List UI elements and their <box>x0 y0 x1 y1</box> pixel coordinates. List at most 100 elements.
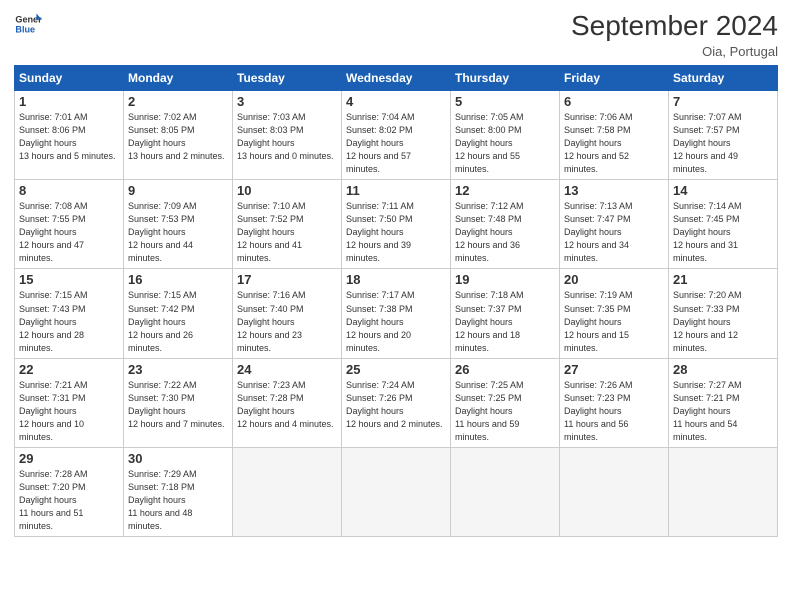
day-number: 12 <box>455 183 555 198</box>
table-row: 14 Sunrise: 7:14 AMSunset: 7:45 PMDaylig… <box>669 180 778 269</box>
day-number: 26 <box>455 362 555 377</box>
day-number: 6 <box>564 94 664 109</box>
table-row: 11 Sunrise: 7:11 AMSunset: 7:50 PMDaylig… <box>342 180 451 269</box>
table-row: 24 Sunrise: 7:23 AMSunset: 7:28 PMDaylig… <box>233 358 342 447</box>
header: General Blue September 2024 Oia, Portuga… <box>14 10 778 59</box>
table-row: 23 Sunrise: 7:22 AMSunset: 7:30 PMDaylig… <box>124 358 233 447</box>
day-info: Sunrise: 7:16 AMSunset: 7:40 PMDaylight … <box>237 289 337 354</box>
calendar-week-row: 8 Sunrise: 7:08 AMSunset: 7:55 PMDayligh… <box>15 180 778 269</box>
day-info: Sunrise: 7:12 AMSunset: 7:48 PMDaylight … <box>455 200 555 265</box>
day-info: Sunrise: 7:27 AMSunset: 7:21 PMDaylight … <box>673 379 773 444</box>
day-number: 11 <box>346 183 446 198</box>
col-saturday: Saturday <box>669 66 778 91</box>
day-number: 5 <box>455 94 555 109</box>
day-number: 14 <box>673 183 773 198</box>
location: Oia, Portugal <box>571 44 778 59</box>
table-row: 17 Sunrise: 7:16 AMSunset: 7:40 PMDaylig… <box>233 269 342 358</box>
day-number: 13 <box>564 183 664 198</box>
table-row: 26 Sunrise: 7:25 AMSunset: 7:25 PMDaylig… <box>451 358 560 447</box>
day-info: Sunrise: 7:02 AMSunset: 8:05 PMDaylight … <box>128 111 228 163</box>
table-row: 13 Sunrise: 7:13 AMSunset: 7:47 PMDaylig… <box>560 180 669 269</box>
day-info: Sunrise: 7:28 AMSunset: 7:20 PMDaylight … <box>19 468 119 533</box>
day-info: Sunrise: 7:22 AMSunset: 7:30 PMDaylight … <box>128 379 228 431</box>
day-info: Sunrise: 7:15 AMSunset: 7:43 PMDaylight … <box>19 289 119 354</box>
day-info: Sunrise: 7:08 AMSunset: 7:55 PMDaylight … <box>19 200 119 265</box>
day-info: Sunrise: 7:29 AMSunset: 7:18 PMDaylight … <box>128 468 228 533</box>
title-area: September 2024 Oia, Portugal <box>571 10 778 59</box>
table-row: 12 Sunrise: 7:12 AMSunset: 7:48 PMDaylig… <box>451 180 560 269</box>
table-row: 15 Sunrise: 7:15 AMSunset: 7:43 PMDaylig… <box>15 269 124 358</box>
table-row: 27 Sunrise: 7:26 AMSunset: 7:23 PMDaylig… <box>560 358 669 447</box>
day-number: 8 <box>19 183 119 198</box>
col-tuesday: Tuesday <box>233 66 342 91</box>
table-row: 21 Sunrise: 7:20 AMSunset: 7:33 PMDaylig… <box>669 269 778 358</box>
logo: General Blue <box>14 10 42 38</box>
day-number: 22 <box>19 362 119 377</box>
table-row: 4 Sunrise: 7:04 AMSunset: 8:02 PMDayligh… <box>342 91 451 180</box>
day-number: 27 <box>564 362 664 377</box>
day-info: Sunrise: 7:06 AMSunset: 7:58 PMDaylight … <box>564 111 664 176</box>
day-info: Sunrise: 7:20 AMSunset: 7:33 PMDaylight … <box>673 289 773 354</box>
day-number: 4 <box>346 94 446 109</box>
day-info: Sunrise: 7:10 AMSunset: 7:52 PMDaylight … <box>237 200 337 265</box>
day-number: 3 <box>237 94 337 109</box>
table-row: 25 Sunrise: 7:24 AMSunset: 7:26 PMDaylig… <box>342 358 451 447</box>
table-row: 29 Sunrise: 7:28 AMSunset: 7:20 PMDaylig… <box>15 447 124 536</box>
page: General Blue September 2024 Oia, Portuga… <box>0 0 792 612</box>
table-row: 2 Sunrise: 7:02 AMSunset: 8:05 PMDayligh… <box>124 91 233 180</box>
table-row <box>669 447 778 536</box>
day-number: 29 <box>19 451 119 466</box>
month-title: September 2024 <box>571 10 778 42</box>
day-info: Sunrise: 7:07 AMSunset: 7:57 PMDaylight … <box>673 111 773 176</box>
day-info: Sunrise: 7:19 AMSunset: 7:35 PMDaylight … <box>564 289 664 354</box>
table-row: 28 Sunrise: 7:27 AMSunset: 7:21 PMDaylig… <box>669 358 778 447</box>
day-number: 16 <box>128 272 228 287</box>
day-number: 18 <box>346 272 446 287</box>
table-row: 10 Sunrise: 7:10 AMSunset: 7:52 PMDaylig… <box>233 180 342 269</box>
day-info: Sunrise: 7:21 AMSunset: 7:31 PMDaylight … <box>19 379 119 444</box>
day-number: 28 <box>673 362 773 377</box>
day-number: 9 <box>128 183 228 198</box>
table-row: 8 Sunrise: 7:08 AMSunset: 7:55 PMDayligh… <box>15 180 124 269</box>
table-row: 7 Sunrise: 7:07 AMSunset: 7:57 PMDayligh… <box>669 91 778 180</box>
calendar-week-row: 1 Sunrise: 7:01 AMSunset: 8:06 PMDayligh… <box>15 91 778 180</box>
day-info: Sunrise: 7:17 AMSunset: 7:38 PMDaylight … <box>346 289 446 354</box>
col-sunday: Sunday <box>15 66 124 91</box>
col-monday: Monday <box>124 66 233 91</box>
table-row <box>451 447 560 536</box>
day-number: 19 <box>455 272 555 287</box>
table-row: 18 Sunrise: 7:17 AMSunset: 7:38 PMDaylig… <box>342 269 451 358</box>
table-row: 5 Sunrise: 7:05 AMSunset: 8:00 PMDayligh… <box>451 91 560 180</box>
day-info: Sunrise: 7:05 AMSunset: 8:00 PMDaylight … <box>455 111 555 176</box>
table-row: 3 Sunrise: 7:03 AMSunset: 8:03 PMDayligh… <box>233 91 342 180</box>
day-number: 1 <box>19 94 119 109</box>
table-row <box>342 447 451 536</box>
day-number: 30 <box>128 451 228 466</box>
table-row <box>560 447 669 536</box>
day-info: Sunrise: 7:13 AMSunset: 7:47 PMDaylight … <box>564 200 664 265</box>
day-info: Sunrise: 7:03 AMSunset: 8:03 PMDaylight … <box>237 111 337 163</box>
calendar-week-row: 15 Sunrise: 7:15 AMSunset: 7:43 PMDaylig… <box>15 269 778 358</box>
day-number: 2 <box>128 94 228 109</box>
col-wednesday: Wednesday <box>342 66 451 91</box>
day-info: Sunrise: 7:15 AMSunset: 7:42 PMDaylight … <box>128 289 228 354</box>
day-number: 21 <box>673 272 773 287</box>
table-row: 20 Sunrise: 7:19 AMSunset: 7:35 PMDaylig… <box>560 269 669 358</box>
day-number: 7 <box>673 94 773 109</box>
day-number: 10 <box>237 183 337 198</box>
day-info: Sunrise: 7:26 AMSunset: 7:23 PMDaylight … <box>564 379 664 444</box>
table-row: 16 Sunrise: 7:15 AMSunset: 7:42 PMDaylig… <box>124 269 233 358</box>
table-row: 19 Sunrise: 7:18 AMSunset: 7:37 PMDaylig… <box>451 269 560 358</box>
day-info: Sunrise: 7:04 AMSunset: 8:02 PMDaylight … <box>346 111 446 176</box>
day-info: Sunrise: 7:01 AMSunset: 8:06 PMDaylight … <box>19 111 119 163</box>
col-thursday: Thursday <box>451 66 560 91</box>
calendar-week-row: 22 Sunrise: 7:21 AMSunset: 7:31 PMDaylig… <box>15 358 778 447</box>
day-number: 23 <box>128 362 228 377</box>
calendar-week-row: 29 Sunrise: 7:28 AMSunset: 7:20 PMDaylig… <box>15 447 778 536</box>
calendar: Sunday Monday Tuesday Wednesday Thursday… <box>14 65 778 537</box>
day-info: Sunrise: 7:11 AMSunset: 7:50 PMDaylight … <box>346 200 446 265</box>
table-row: 30 Sunrise: 7:29 AMSunset: 7:18 PMDaylig… <box>124 447 233 536</box>
table-row: 9 Sunrise: 7:09 AMSunset: 7:53 PMDayligh… <box>124 180 233 269</box>
table-row: 6 Sunrise: 7:06 AMSunset: 7:58 PMDayligh… <box>560 91 669 180</box>
svg-text:Blue: Blue <box>15 24 35 34</box>
